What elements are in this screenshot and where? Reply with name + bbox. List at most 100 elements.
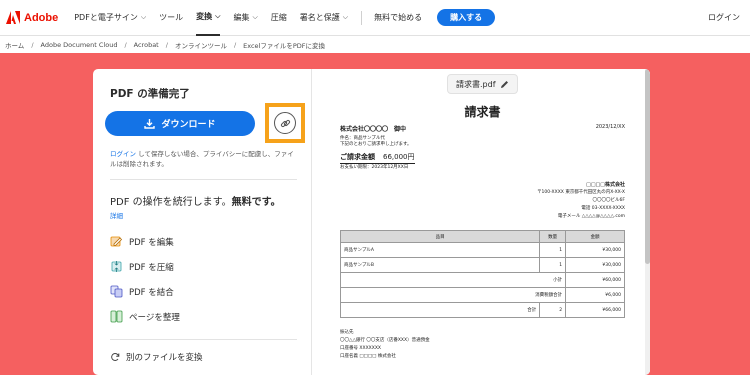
- breadcrumb-separator: /: [31, 41, 34, 49]
- table-row: 商品サンプルB 1 ¥30,000: [339, 257, 625, 273]
- nav-item-compress[interactable]: 圧縮: [271, 0, 287, 36]
- invoice-table: 品目 数量 金額 商品サンプルA 1 ¥30,000 商品サンプルB 1 ¥30…: [339, 230, 625, 318]
- doc-subject: 件名：商品サンプル代 下記のとおりご請求申し上げます。: [340, 136, 412, 148]
- table-row: 商品サンプルA 1 ¥30,000: [339, 242, 625, 258]
- nav-label: PDFと電子サイン: [74, 13, 138, 22]
- nav-label: 署名と保護: [299, 13, 340, 22]
- tool-organize-pages[interactable]: ページを整理: [110, 310, 180, 323]
- issuer-email: 電子メール △△△△@△△△△.com: [557, 214, 625, 219]
- bank-line: 口座名義 □□□□ 株式会社: [340, 354, 396, 359]
- tool-label: ページを整理: [129, 312, 180, 323]
- doc-date: 2023/12/XX: [595, 124, 625, 130]
- tool-edit-pdf[interactable]: PDF を編集: [110, 235, 174, 248]
- bank-line: 〇〇△△銀行 〇〇支店（店番XXX）普通預金: [340, 338, 430, 343]
- subtotal-value: ¥60,000: [565, 272, 625, 288]
- tool-compress-pdf[interactable]: PDF を圧縮: [110, 260, 174, 273]
- table-header: 数量: [539, 230, 567, 243]
- compress-pdf-icon: [111, 261, 122, 272]
- doc-deadline: お支払い期限：2023年12月XX日: [340, 165, 409, 170]
- tool-label: PDF を編集: [129, 237, 174, 248]
- nav-item-start-free[interactable]: 無料で始める: [374, 0, 422, 36]
- doc-title: 請求書: [464, 105, 501, 119]
- adobe-logo[interactable]: Adobe: [6, 11, 58, 24]
- table-row: 合計 2 ¥66,000: [339, 302, 625, 318]
- organize-pages-icon: [110, 310, 123, 323]
- doc-recipient: 株式会社〇〇〇〇 御中: [340, 126, 407, 133]
- breadcrumb: ホーム / Adobe Document Cloud / Acrobat / オ…: [0, 37, 750, 53]
- download-icon: [144, 119, 156, 129]
- link-icon: [280, 119, 290, 127]
- breadcrumb-separator: /: [233, 41, 237, 49]
- breadcrumb-online-tools[interactable]: オンラインツール: [175, 40, 227, 50]
- filename-label: 請求書.pdf: [456, 79, 496, 89]
- breadcrumb-separator: /: [165, 41, 168, 49]
- chevron-down-icon: ⌵: [140, 13, 147, 21]
- breadcrumb-acrobat[interactable]: Acrobat: [134, 41, 159, 49]
- issuer-phone: 電話 03-XXXX-XXXX: [581, 206, 625, 211]
- table-cell: 商品サンプルB: [339, 257, 541, 273]
- detail-link[interactable]: 詳細: [110, 210, 123, 220]
- nav-label: 変換: [196, 12, 213, 21]
- sum-label: 合計: [339, 302, 541, 318]
- table-header: 品目: [339, 230, 541, 243]
- action-panel: PDF の準備完了 ダウンロード ログイン して保存しない場合、プライバシーに配…: [93, 69, 312, 375]
- brand-name: Adobe: [24, 11, 59, 24]
- nav-item-convert[interactable]: 変換 ⌵: [196, 0, 221, 36]
- section-divider: [110, 339, 297, 340]
- nav-label: 圧縮: [270, 13, 287, 22]
- nav-label: ツール: [159, 13, 184, 22]
- continue-free-text: 無料です。: [231, 197, 281, 208]
- chevron-down-icon: ⌵: [252, 13, 258, 21]
- pdf-document: 請求書 株式会社〇〇〇〇 御中 2023/12/XX 件名：商品サンプル代 下記…: [339, 103, 625, 375]
- issuer-building: 〇〇〇〇ビル6F: [592, 198, 625, 203]
- nav-item-pdf-esign[interactable]: PDFと電子サイン ⌵: [74, 0, 146, 36]
- tax-label: 消費税額合計: [339, 287, 567, 303]
- continue-text: PDF の操作を続行します。: [110, 197, 232, 208]
- result-card: PDF の準備完了 ダウンロード ログイン して保存しない場合、プライバシーに配…: [93, 69, 650, 375]
- privacy-note: ログイン して保存しない場合、プライバシーに配慮し、ファイルは削除されます。: [110, 149, 300, 169]
- breadcrumb-home[interactable]: ホーム: [5, 40, 24, 50]
- tool-combine-pdf[interactable]: PDF を結合: [110, 285, 174, 298]
- table-cell: 1: [539, 242, 567, 258]
- share-link-button[interactable]: [274, 112, 296, 134]
- filename-chip[interactable]: 請求書.pdf: [447, 74, 518, 94]
- convert-another-label: 別のファイルを変換: [126, 353, 203, 363]
- doc-total: ご請求金額 66,000円: [340, 152, 415, 164]
- table-cell: 1: [539, 257, 567, 273]
- nav-label: 無料で始める: [374, 13, 423, 22]
- breadcrumb-document-cloud[interactable]: Adobe Document Cloud: [41, 41, 118, 49]
- nav-item-edit[interactable]: 編集 ⌵: [233, 0, 257, 36]
- continue-heading: PDF の操作を続行します。無料です。: [110, 193, 281, 208]
- table-header-row: 品目 数量 金額: [339, 230, 625, 243]
- share-link-highlight: [265, 103, 305, 143]
- table-cell: 商品サンプルA: [339, 242, 541, 258]
- tax-value: ¥6,000: [565, 287, 625, 303]
- bank-heading: 振込先: [340, 330, 354, 335]
- nav-label: 編集: [233, 13, 250, 22]
- pencil-icon[interactable]: [500, 80, 509, 89]
- preview-scrollbar[interactable]: [645, 69, 650, 375]
- top-nav: Adobe PDFと電子サイン ⌵ ツール 変換 ⌵ 編集 ⌵ 圧縮 署名と保護 ⌵ 無…: [0, 0, 750, 36]
- total-label: ご請求金額: [340, 153, 375, 161]
- tool-label: PDF を結合: [129, 287, 174, 298]
- pdf-preview-pane[interactable]: 請求書.pdf 請求書 株式会社〇〇〇〇 御中 2023/12/XX 件名：商品…: [313, 69, 650, 375]
- sum-value: ¥66,000: [565, 302, 625, 318]
- table-row: 消費税額合計 ¥6,000: [339, 287, 625, 303]
- doc-issuer: □□□□株式会社 〒100-XXXX 東京都千代田区丸の内X-XX-X 〇〇〇〇…: [537, 181, 625, 221]
- adobe-logo-icon: [6, 11, 20, 24]
- chevron-down-icon: ⌵: [215, 12, 221, 20]
- download-label: ダウンロード: [161, 120, 216, 130]
- convert-another-button[interactable]: 別のファイルを変換: [110, 351, 203, 363]
- nav-item-tools[interactable]: ツール: [159, 0, 183, 36]
- buy-button[interactable]: 購入する: [437, 9, 496, 26]
- table-cell: ¥30,000: [565, 257, 625, 273]
- scrollbar-thumb[interactable]: [645, 69, 650, 264]
- download-button[interactable]: ダウンロード: [105, 111, 255, 136]
- nav-item-sign-protect[interactable]: 署名と保護 ⌵: [300, 0, 348, 36]
- login-note-link[interactable]: ログイン: [110, 150, 136, 158]
- chevron-down-icon: ⌵: [342, 13, 349, 21]
- login-link[interactable]: ログイン: [708, 12, 740, 23]
- issuer-address: 〒100-XXXX 東京都千代田区丸の内X-XX-X: [537, 190, 625, 195]
- nav-divider: [361, 10, 363, 25]
- bank-info: 振込先 〇〇△△銀行 〇〇支店（店番XXX）普通預金 口座番号 XXXXXXX …: [340, 329, 430, 361]
